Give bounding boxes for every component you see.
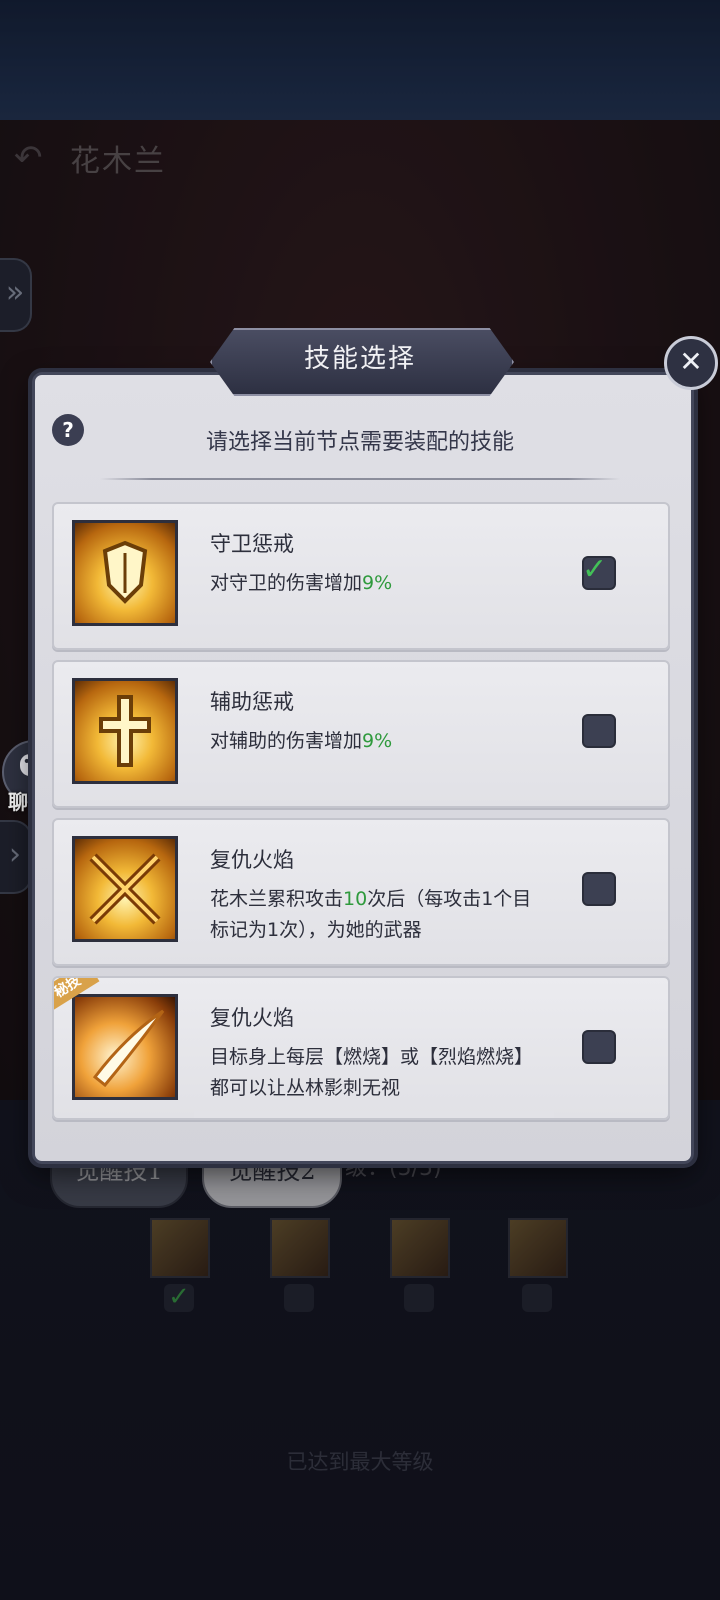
divider <box>100 478 620 480</box>
skill-description: 对守卫的伤害增加9% <box>210 572 393 594</box>
skill-name: 守卫惩戒 <box>210 532 294 556</box>
skill-checkbox[interactable] <box>582 714 616 748</box>
skill-description: 目标身上每层【燃烧】或【烈焰燃烧】都可以让丛林影刺无视 <box>210 1046 534 1099</box>
skill-description: 花木兰累积攻击10次后（每攻击1个目标记为1次），为她的武器 <box>210 888 532 941</box>
skill-option-card[interactable]: 秘技 复仇火焰 目标身上每层【燃烧】或【烈焰燃烧】都可以让丛林影刺无视 <box>52 976 670 1120</box>
close-button[interactable]: ✕ <box>664 336 718 390</box>
skill-name: 复仇火焰 <box>210 848 294 872</box>
check-icon: ✓ <box>582 552 608 587</box>
dialog-subtitle: 请选择当前节点需要装配的技能 <box>205 430 514 455</box>
skill-option-card[interactable]: 复仇火焰 花木兰累积攻击10次后（每攻击1个目标记为1次），为她的武器 <box>52 818 670 966</box>
skill-checkbox[interactable]: ✓ <box>582 552 616 590</box>
crossed-swords-icon <box>72 836 178 942</box>
skill-option-card[interactable]: 守卫惩戒 对守卫的伤害增加9% ✓ <box>52 502 670 650</box>
shield-icon <box>72 520 178 626</box>
blade-icon <box>72 994 178 1100</box>
dialog-title: 技能选择 <box>303 344 416 374</box>
cross-icon <box>72 678 178 784</box>
skill-description: 对辅助的伤害增加9% <box>210 730 393 752</box>
skill-name: 复仇火焰 <box>210 1006 294 1030</box>
skill-checkbox[interactable] <box>582 872 616 906</box>
skill-name: 辅助惩戒 <box>210 690 294 714</box>
skill-checkbox[interactable] <box>582 1030 616 1064</box>
scroll-fade <box>194 1096 554 1118</box>
skill-option-card[interactable]: 辅助惩戒 对辅助的伤害增加9% <box>52 660 670 808</box>
